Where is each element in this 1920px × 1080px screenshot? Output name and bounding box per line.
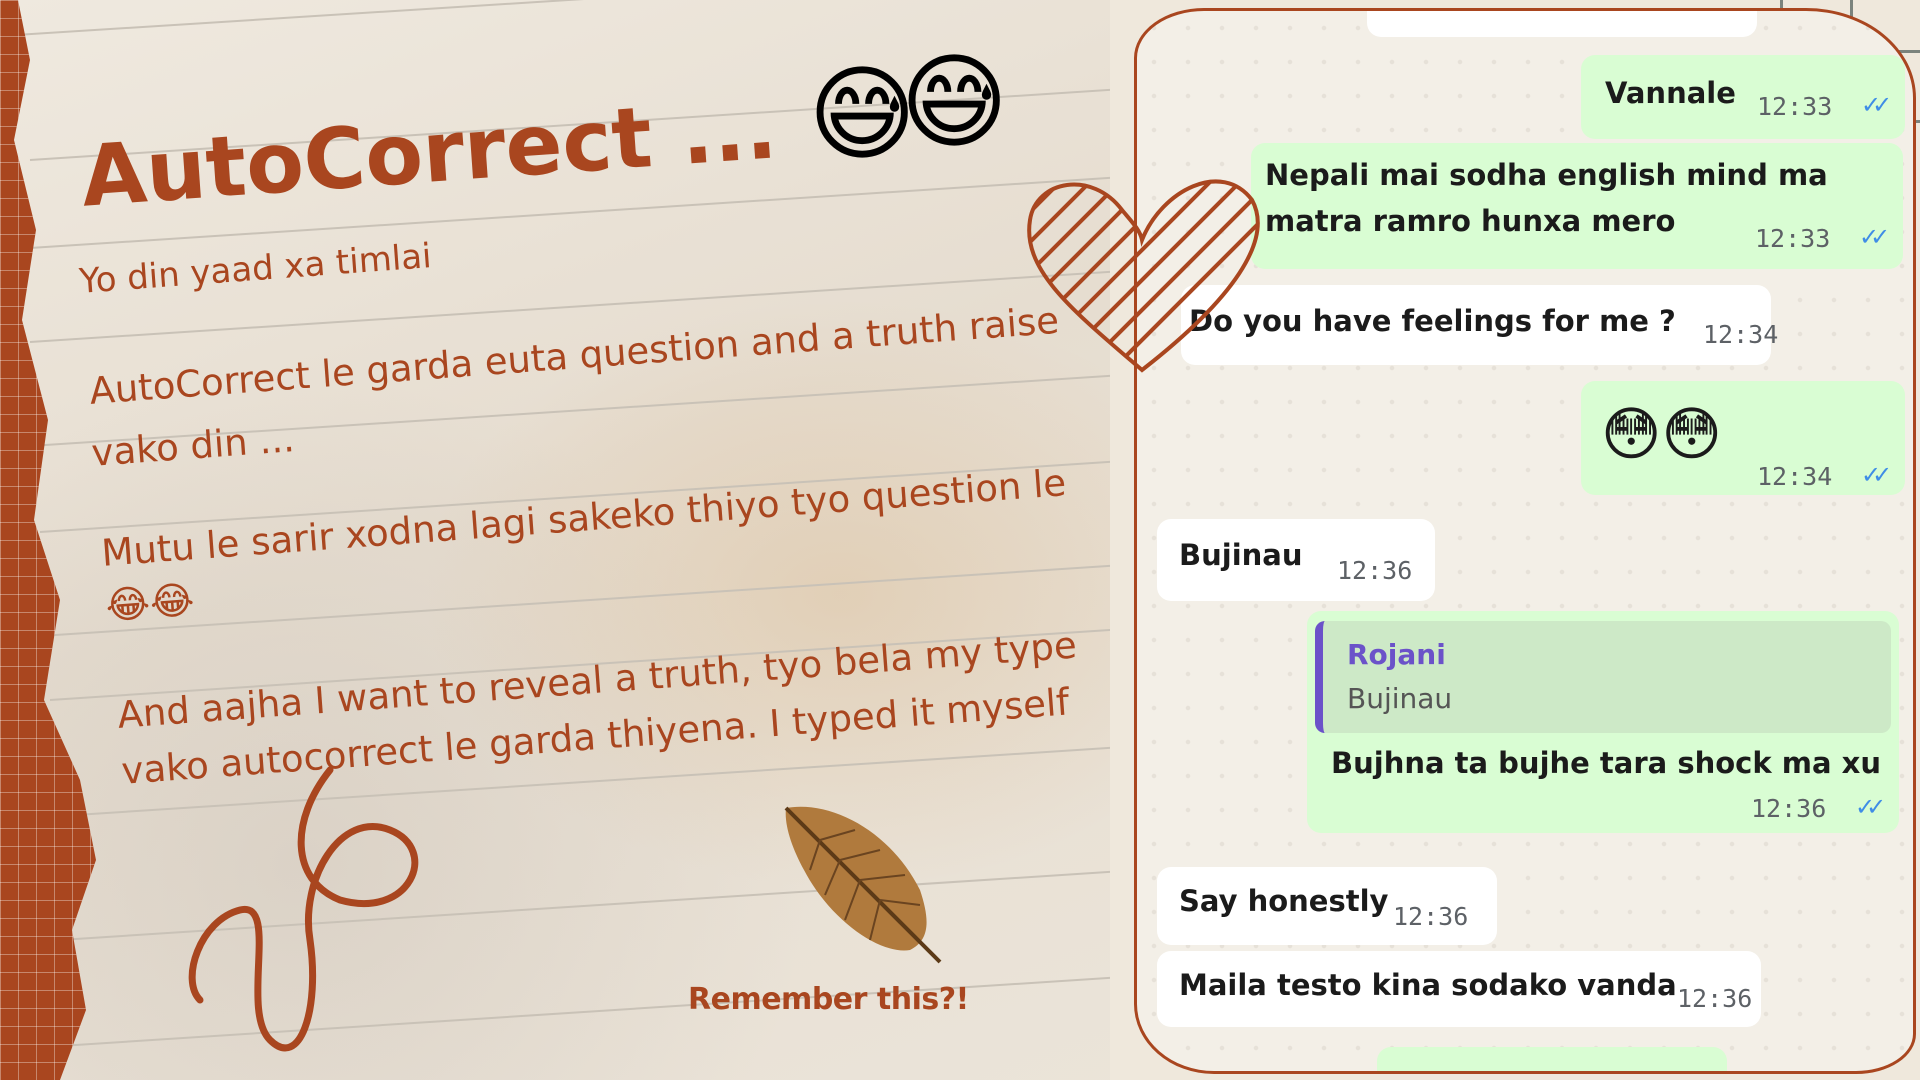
quoted-text: Bujinau	[1347, 682, 1453, 715]
message-time: 12:33	[1755, 224, 1831, 253]
message-bubble-outgoing: Nepali mai sodha english mind ma matra r…	[1251, 143, 1903, 269]
scribble-heart-icon	[1027, 179, 1260, 373]
double-check-icon: ✓✓	[1861, 461, 1892, 489]
message-bubble-cropped	[1377, 1047, 1727, 1071]
message-text: Bujhna ta bujhe tara shock ma xu	[1331, 746, 1881, 780]
quoted-sender: Rojani	[1347, 638, 1446, 671]
message-text: Maila testo kina sodako vanda	[1179, 968, 1677, 1002]
swirl-doodle	[188, 766, 419, 1052]
sweat-smile-emoji: 😅	[900, 41, 1009, 163]
message-text: Say honestly	[1179, 884, 1389, 918]
message-time: 12:34	[1703, 320, 1779, 349]
message-time: 12:33	[1757, 92, 1833, 121]
message-bubble-cropped	[1367, 11, 1757, 37]
message-bubble-incoming: Maila testo kina sodako vanda 12:36	[1157, 951, 1761, 1027]
message-time: 12:36	[1393, 902, 1469, 931]
double-check-icon: ✓✓	[1861, 91, 1892, 119]
flushed-face-emojis: 😳😳	[1601, 400, 1722, 468]
message-time: 12:34	[1757, 462, 1833, 491]
message-text: Bujinau	[1179, 538, 1303, 572]
message-bubble-reply: Rojani Bujinau Bujhna ta bujhe tara shoc…	[1307, 611, 1899, 833]
message-bubble-outgoing: 😳😳 12:34 ✓✓	[1581, 381, 1905, 495]
message-text-line-1: Nepali mai sodha english mind ma	[1265, 158, 1828, 192]
quoted-message[interactable]: Rojani Bujinau	[1315, 621, 1891, 733]
message-time: 12:36	[1751, 794, 1827, 823]
message-bubble-incoming: Say honestly 12:36	[1157, 867, 1497, 945]
double-check-icon: ✓✓	[1855, 793, 1886, 821]
message-bubble-incoming: Bujinau 12:36	[1157, 519, 1435, 601]
leaf-icon	[784, 806, 942, 964]
message-text: Vannale	[1605, 76, 1736, 110]
message-bubble-outgoing: Vannale 12:33 ✓✓	[1581, 55, 1905, 139]
message-text-line-2: matra ramro hunxa mero	[1265, 204, 1676, 238]
double-check-icon: ✓✓	[1859, 223, 1890, 251]
message-time: 12:36	[1677, 984, 1753, 1013]
message-time: 12:36	[1337, 556, 1413, 585]
remember-caption: Remember this?!	[688, 982, 969, 1017]
laughing-emojis: 😂😂	[104, 577, 196, 628]
